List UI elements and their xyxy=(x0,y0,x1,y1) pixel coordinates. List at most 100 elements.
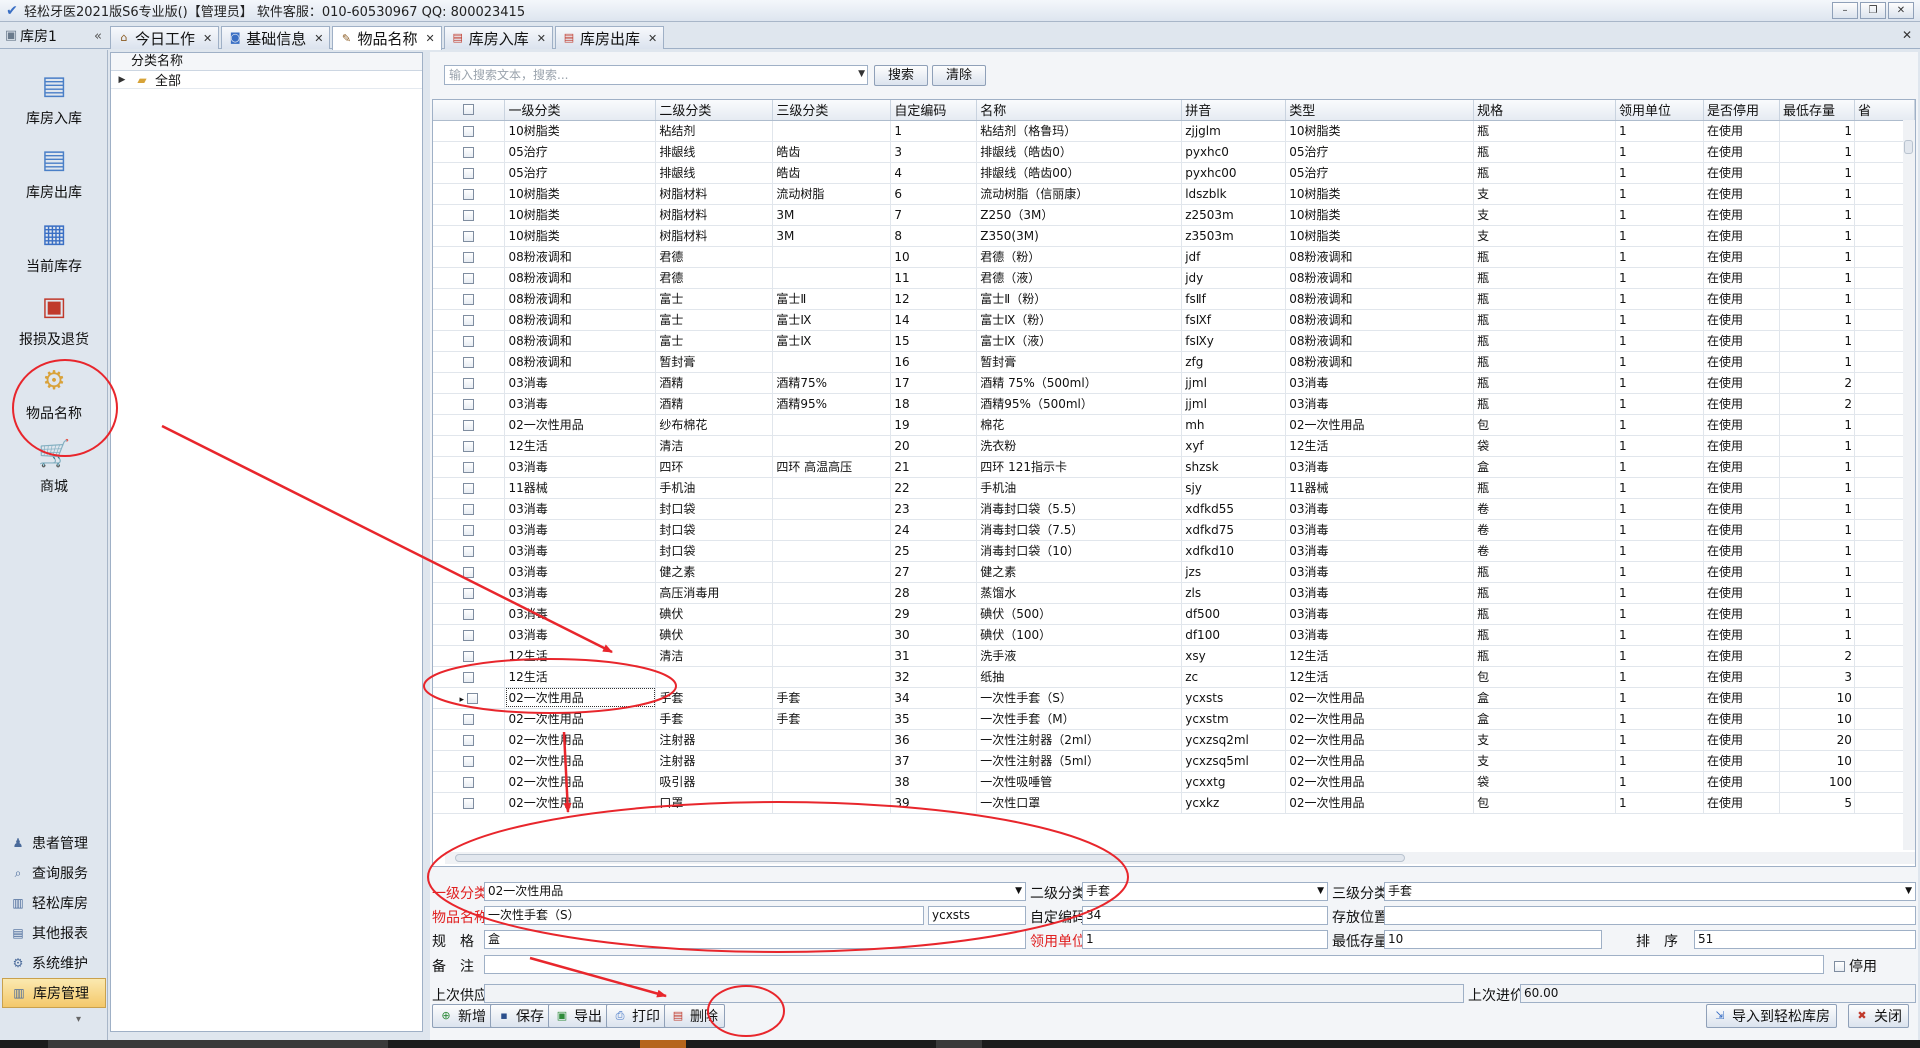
row-select-cell[interactable] xyxy=(433,204,506,226)
table-row[interactable]: 10树脂类 树脂材料 流动树脂 6 流动树脂（信丽康） ldszblk 10树脂类支 1 在使用… xyxy=(433,183,1915,205)
table-cell[interactable]: 1 xyxy=(1615,708,1704,730)
table-cell[interactable]: 34 xyxy=(890,687,978,709)
table-cell[interactable]: 02一次性用品 xyxy=(1285,708,1475,730)
table-row[interactable]: 12生活 清洁 20 洗衣粉 xyf 12生活袋 1 在使用 1 xyxy=(433,435,1915,457)
table-row[interactable]: 08粉液调和 富士 富士Ⅸ 15 富士Ⅸ（液） fsⅨy 08粉液调和瓶 1 在使用 1 xyxy=(433,330,1915,352)
table-cell[interactable]: 05治疗 xyxy=(1285,141,1475,163)
table-cell[interactable]: 1 xyxy=(1615,477,1704,499)
table-cell[interactable]: 瓶 xyxy=(1473,246,1617,268)
row-select-cell[interactable] xyxy=(433,792,506,814)
table-cell[interactable]: 1 xyxy=(1615,267,1704,289)
table-cell[interactable]: 10树脂类 xyxy=(1285,183,1475,205)
level2-select[interactable]: 手套 ▼ xyxy=(1082,882,1328,901)
table-cell[interactable]: 02一次性用品 xyxy=(1285,687,1475,709)
table-cell[interactable]: 在使用 xyxy=(1703,582,1780,604)
table-cell[interactable]: 在使用 xyxy=(1703,645,1780,667)
table-cell[interactable]: 03消毒 xyxy=(1285,624,1475,646)
row-checkbox[interactable] xyxy=(463,587,475,599)
table-cell[interactable]: 酒精95% xyxy=(772,393,892,415)
table-cell[interactable]: 8 xyxy=(890,225,978,247)
table-cell[interactable]: z2503m xyxy=(1181,204,1287,226)
select-all-header[interactable] xyxy=(433,100,506,121)
table-cell[interactable]: 瓶 xyxy=(1473,561,1617,583)
table-cell[interactable]: 2 xyxy=(1779,393,1855,415)
table-cell[interactable]: 在使用 xyxy=(1703,750,1780,772)
table-cell[interactable]: 03消毒 xyxy=(504,540,657,562)
close-icon[interactable]: ✕ xyxy=(203,32,212,45)
delete-button[interactable]: ▤ 删除 xyxy=(664,1004,725,1028)
table-cell[interactable]: 四环 121指示卡 xyxy=(976,456,1183,478)
row-checkbox[interactable] xyxy=(463,545,475,557)
group-other-reports[interactable]: ▤ 其他报表 xyxy=(2,918,106,948)
table-row[interactable]: 05治疗 排龈线 皓齿 4 排龈线（皓齿00） pyxhc00 05治疗瓶 1 在使用 1 xyxy=(433,162,1915,184)
table-cell[interactable]: 在使用 xyxy=(1703,183,1780,205)
export-button[interactable]: ▣ 导出 xyxy=(548,1004,609,1028)
table-row[interactable]: 03消毒 酒精 酒精75% 17 酒精 75%（500ml） jjml 03消毒瓶 1 在使用 2 xyxy=(433,372,1915,394)
table-cell[interactable]: 在使用 xyxy=(1703,393,1780,415)
row-checkbox[interactable] xyxy=(463,398,475,410)
table-cell[interactable]: 03消毒 xyxy=(504,498,657,520)
table-cell[interactable]: 消毒封口袋（5.5） xyxy=(976,498,1183,520)
table-row[interactable]: 11器械 手机油 22 手机油 sjy 11器械瓶 1 在使用 1 xyxy=(433,477,1915,499)
table-cell[interactable]: 瓶 xyxy=(1473,645,1617,667)
table-cell[interactable] xyxy=(772,519,892,541)
row-checkbox[interactable] xyxy=(463,734,475,746)
table-cell[interactable]: 瓶 xyxy=(1473,393,1617,415)
table-row[interactable]: 02一次性用品 吸引器 38 一次性吸唾管 ycxxtg 02一次性用品袋 1 在使用 100 xyxy=(433,771,1915,793)
table-cell[interactable]: 1 xyxy=(1615,582,1704,604)
table-cell[interactable]: 10树脂类 xyxy=(1285,120,1475,142)
table-cell[interactable]: 封口袋 xyxy=(655,519,774,541)
table-cell[interactable]: 在使用 xyxy=(1703,435,1780,457)
remark-field[interactable] xyxy=(484,955,1824,974)
table-cell[interactable]: 瓶 xyxy=(1473,309,1617,331)
table-cell[interactable]: 37 xyxy=(890,750,978,772)
table-cell[interactable]: 1 xyxy=(1615,771,1704,793)
table-cell[interactable]: 6 xyxy=(890,183,978,205)
table-cell[interactable]: 03消毒 xyxy=(1285,456,1475,478)
tree-node-all[interactable]: ▶ ▰ 全部 xyxy=(111,71,422,89)
table-cell[interactable]: 1 xyxy=(1779,162,1855,184)
table-cell[interactable]: 1 xyxy=(1779,582,1855,604)
table-cell[interactable]: 酒精 75%（500ml） xyxy=(976,372,1183,394)
table-cell[interactable]: 富士Ⅸ xyxy=(772,330,892,352)
column-header[interactable]: 一级分类 xyxy=(504,100,657,121)
table-cell[interactable]: z3503m xyxy=(1181,225,1287,247)
row-checkbox[interactable] xyxy=(463,209,475,221)
table-cell[interactable] xyxy=(772,498,892,520)
table-cell[interactable]: 富士 xyxy=(655,309,774,331)
column-header[interactable]: 领用单位 xyxy=(1615,100,1704,121)
row-checkbox[interactable] xyxy=(463,776,475,788)
table-cell[interactable]: 在使用 xyxy=(1703,288,1780,310)
table-cell[interactable]: 支 xyxy=(1473,204,1617,226)
table-cell[interactable]: 1 xyxy=(1779,456,1855,478)
row-checkbox[interactable] xyxy=(463,482,475,494)
chevron-down-icon[interactable]: ▼ xyxy=(1015,883,1022,900)
table-cell[interactable]: 1 xyxy=(890,120,978,142)
table-cell[interactable]: 1 xyxy=(1615,561,1704,583)
table-cell[interactable] xyxy=(772,435,892,457)
table-cell[interactable] xyxy=(772,246,892,268)
table-cell[interactable]: 30 xyxy=(890,624,978,646)
table-cell[interactable] xyxy=(772,267,892,289)
table-cell[interactable]: 21 xyxy=(890,456,978,478)
table-cell[interactable]: 卷 xyxy=(1473,540,1617,562)
table-cell[interactable]: 1 xyxy=(1779,561,1855,583)
table-cell[interactable] xyxy=(772,750,892,772)
table-cell[interactable]: 20 xyxy=(1779,729,1855,751)
print-button[interactable]: ⎙ 打印 xyxy=(606,1004,667,1028)
panel-splitter[interactable] xyxy=(424,52,429,1032)
table-cell[interactable]: 富士Ⅸ（粉） xyxy=(976,309,1183,331)
table-cell[interactable]: 富士Ⅸ（液） xyxy=(976,330,1183,352)
column-header[interactable]: 是否停用 xyxy=(1703,100,1780,121)
close-icon[interactable]: ✕ xyxy=(314,32,323,45)
table-cell[interactable]: 14 xyxy=(890,309,978,331)
table-cell[interactable]: ycxzsq2ml xyxy=(1181,729,1287,751)
table-cell[interactable]: 暂封膏 xyxy=(976,351,1183,373)
table-cell[interactable]: 富士Ⅱ（粉） xyxy=(976,288,1183,310)
table-cell[interactable]: 08粉液调和 xyxy=(1285,246,1475,268)
table-cell[interactable]: 盒 xyxy=(1473,708,1617,730)
table-cell[interactable]: 树脂材料 xyxy=(655,225,774,247)
row-checkbox[interactable] xyxy=(463,356,475,368)
row-checkbox[interactable] xyxy=(463,797,475,809)
table-cell[interactable]: 1 xyxy=(1779,246,1855,268)
